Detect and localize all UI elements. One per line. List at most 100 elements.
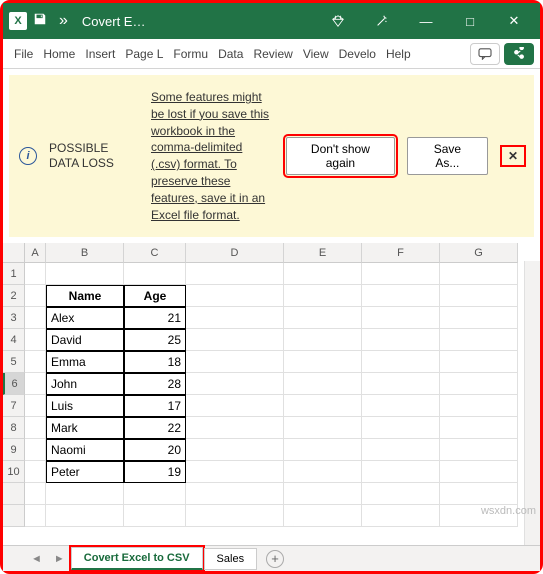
cell[interactable] bbox=[25, 373, 46, 395]
cell[interactable] bbox=[284, 505, 362, 527]
tab-formulas[interactable]: Formu bbox=[168, 39, 213, 69]
cell[interactable] bbox=[362, 461, 440, 483]
row-header[interactable]: 10 bbox=[3, 461, 25, 483]
tab-file[interactable]: File bbox=[9, 39, 38, 69]
cell[interactable]: Luis bbox=[46, 395, 124, 417]
cell[interactable] bbox=[362, 439, 440, 461]
cell[interactable]: 18 bbox=[124, 351, 186, 373]
cell[interactable] bbox=[284, 285, 362, 307]
col-header[interactable]: E bbox=[284, 243, 362, 263]
cell[interactable] bbox=[284, 329, 362, 351]
tab-data[interactable]: Data bbox=[213, 39, 248, 69]
tab-developer[interactable]: Develo bbox=[334, 39, 381, 69]
cell[interactable]: Alex bbox=[46, 307, 124, 329]
wand-icon[interactable] bbox=[360, 3, 404, 39]
cell[interactable] bbox=[284, 461, 362, 483]
cell[interactable] bbox=[186, 417, 284, 439]
cell[interactable] bbox=[362, 483, 440, 505]
sheet-nav-next-icon[interactable]: ► bbox=[48, 553, 71, 565]
cell[interactable] bbox=[440, 263, 518, 285]
cell[interactable] bbox=[25, 505, 46, 527]
cell[interactable] bbox=[186, 373, 284, 395]
sheet-nav-prev-icon[interactable]: ◄ bbox=[25, 553, 48, 565]
message-bar-close-icon[interactable]: ✕ bbox=[502, 147, 524, 165]
cell[interactable]: 22 bbox=[124, 417, 186, 439]
col-header[interactable]: A bbox=[25, 243, 46, 263]
cell[interactable] bbox=[440, 351, 518, 373]
cell[interactable] bbox=[440, 483, 518, 505]
diamond-icon[interactable] bbox=[316, 3, 360, 39]
new-sheet-button[interactable]: + bbox=[266, 550, 284, 568]
cell[interactable] bbox=[25, 307, 46, 329]
cell[interactable] bbox=[186, 329, 284, 351]
cell[interactable] bbox=[284, 417, 362, 439]
vertical-scrollbar[interactable] bbox=[524, 261, 540, 545]
cell[interactable] bbox=[362, 373, 440, 395]
row-header[interactable]: 6 bbox=[3, 373, 25, 395]
col-header[interactable]: C bbox=[124, 243, 186, 263]
dont-show-again-button[interactable]: Don't show again bbox=[286, 137, 395, 175]
row-header[interactable]: 7 bbox=[3, 395, 25, 417]
cell[interactable]: Mark bbox=[46, 417, 124, 439]
cell[interactable]: 20 bbox=[124, 439, 186, 461]
row-header[interactable]: 4 bbox=[3, 329, 25, 351]
sheet-tab[interactable]: Sales bbox=[204, 548, 258, 570]
comments-button[interactable] bbox=[470, 43, 500, 65]
quick-access-more[interactable]: » bbox=[53, 12, 74, 30]
tab-review[interactable]: Review bbox=[248, 39, 297, 69]
cell[interactable] bbox=[284, 483, 362, 505]
cell[interactable] bbox=[186, 307, 284, 329]
col-header[interactable]: G bbox=[440, 243, 518, 263]
table-header[interactable]: Name bbox=[46, 285, 124, 307]
cell[interactable]: John bbox=[46, 373, 124, 395]
cell[interactable] bbox=[362, 263, 440, 285]
cell[interactable] bbox=[25, 417, 46, 439]
table-header[interactable]: Age bbox=[124, 285, 186, 307]
cell[interactable] bbox=[124, 505, 186, 527]
cell[interactable] bbox=[440, 461, 518, 483]
row-header[interactable]: 3 bbox=[3, 307, 25, 329]
close-window-button[interactable]: ✕ bbox=[492, 3, 536, 39]
cell[interactable] bbox=[186, 285, 284, 307]
cell[interactable]: 28 bbox=[124, 373, 186, 395]
col-header[interactable]: F bbox=[362, 243, 440, 263]
cell[interactable] bbox=[440, 307, 518, 329]
cell[interactable] bbox=[186, 505, 284, 527]
row-header[interactable] bbox=[3, 505, 25, 527]
cell[interactable] bbox=[362, 395, 440, 417]
cell[interactable] bbox=[362, 505, 440, 527]
minimize-button[interactable]: — bbox=[404, 3, 448, 39]
cell[interactable]: Naomi bbox=[46, 439, 124, 461]
cell[interactable] bbox=[186, 461, 284, 483]
cell[interactable] bbox=[362, 329, 440, 351]
cell[interactable] bbox=[440, 285, 518, 307]
cell[interactable] bbox=[440, 417, 518, 439]
cell[interactable] bbox=[362, 285, 440, 307]
row-header[interactable]: 8 bbox=[3, 417, 25, 439]
cell[interactable] bbox=[25, 461, 46, 483]
cell[interactable] bbox=[186, 439, 284, 461]
row-header[interactable]: 9 bbox=[3, 439, 25, 461]
col-header[interactable]: D bbox=[186, 243, 284, 263]
sheet-tab-active[interactable]: Covert Excel to CSV bbox=[71, 547, 203, 570]
cell[interactable] bbox=[46, 483, 124, 505]
select-all-corner[interactable] bbox=[3, 243, 25, 263]
cell[interactable] bbox=[25, 395, 46, 417]
cell[interactable] bbox=[46, 505, 124, 527]
cell[interactable] bbox=[362, 307, 440, 329]
cell[interactable]: 21 bbox=[124, 307, 186, 329]
cell[interactable] bbox=[362, 417, 440, 439]
cell[interactable] bbox=[25, 483, 46, 505]
cell[interactable] bbox=[284, 263, 362, 285]
cell[interactable] bbox=[46, 263, 124, 285]
row-header[interactable]: 1 bbox=[3, 263, 25, 285]
row-header[interactable]: 5 bbox=[3, 351, 25, 373]
save-icon[interactable] bbox=[33, 12, 47, 31]
tab-view[interactable]: View bbox=[298, 39, 334, 69]
maximize-button[interactable]: □ bbox=[448, 3, 492, 39]
cell[interactable] bbox=[186, 395, 284, 417]
cell[interactable] bbox=[25, 285, 46, 307]
tab-page-layout[interactable]: Page L bbox=[120, 39, 168, 69]
cell[interactable] bbox=[284, 373, 362, 395]
cell[interactable] bbox=[124, 263, 186, 285]
